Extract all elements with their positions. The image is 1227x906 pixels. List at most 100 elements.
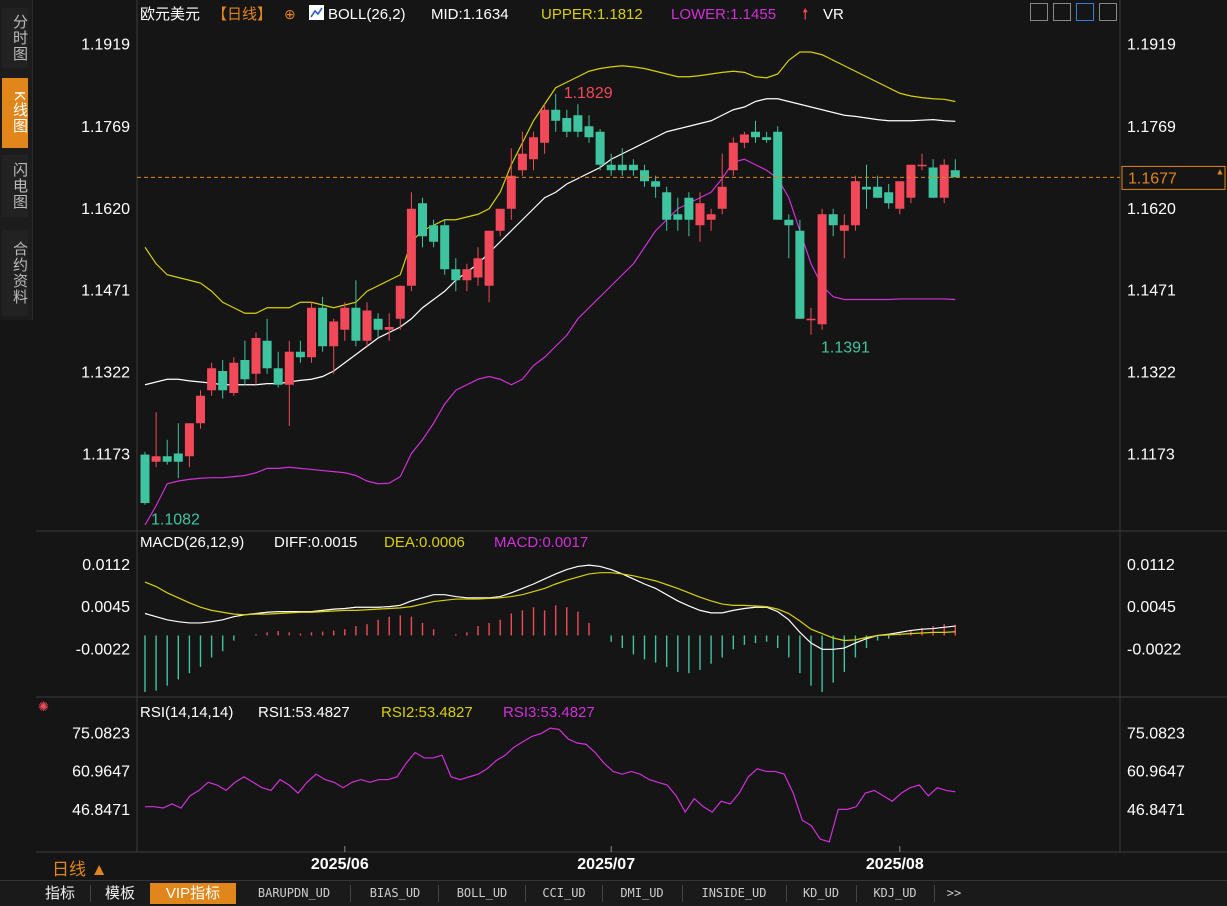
candle-body[interactable] — [684, 197, 694, 220]
candle-body[interactable] — [606, 164, 616, 171]
candle-body[interactable] — [706, 214, 716, 220]
candle-body[interactable] — [184, 423, 194, 457]
candle-body[interactable] — [906, 164, 916, 198]
candle-body[interactable] — [928, 167, 938, 198]
tab-separator — [90, 885, 91, 902]
tab-kd-ud[interactable]: KD_UD — [790, 883, 852, 904]
tab-indicator[interactable]: 指标 — [40, 883, 80, 904]
candle-body[interactable] — [873, 186, 883, 198]
tab-more[interactable]: >> — [938, 883, 970, 904]
candle-body[interactable] — [395, 285, 405, 319]
candle-body[interactable] — [651, 181, 661, 187]
candle-body[interactable] — [406, 208, 416, 286]
candle-body[interactable] — [295, 351, 305, 358]
candle-body[interactable] — [717, 186, 727, 209]
candle-body[interactable] — [640, 170, 649, 182]
tab-separator — [934, 885, 935, 902]
candle-body[interactable] — [595, 131, 605, 165]
candle-body[interactable] — [440, 225, 450, 270]
candle-body[interactable] — [795, 230, 805, 319]
candle-body[interactable] — [695, 203, 705, 226]
candle-body[interactable] — [850, 181, 860, 226]
candle-body[interactable] — [418, 203, 427, 237]
candle-body[interactable] — [506, 175, 516, 209]
sun-icon[interactable]: ✺ — [38, 699, 49, 714]
tab-dmi-ud[interactable]: DMI_UD — [606, 883, 678, 904]
candle-body[interactable] — [662, 192, 672, 220]
candle-body[interactable] — [862, 186, 871, 190]
price-tick-label-right: 1.1919 — [1127, 36, 1176, 53]
candle-body[interactable] — [318, 307, 328, 347]
chart-canvas[interactable]: 欧元美元 【日线】 ⊕ BOLL(26,2) MID:1.1634 UPPER:… — [0, 0, 1227, 880]
candle-body[interactable] — [284, 351, 294, 385]
candle-body[interactable] — [562, 118, 572, 132]
candle-body[interactable] — [240, 360, 250, 380]
candle-body[interactable] — [340, 307, 350, 330]
candle-body[interactable] — [817, 214, 827, 325]
candle-body[interactable] — [839, 225, 849, 231]
candle-body[interactable] — [739, 134, 749, 143]
period-selector[interactable]: 日线 ▲ — [52, 855, 108, 880]
candle-body[interactable] — [673, 214, 683, 220]
candle-body[interactable] — [262, 340, 272, 369]
forward-icon[interactable] — [1099, 3, 1117, 21]
candle-body[interactable] — [517, 153, 527, 171]
candle-body[interactable] — [628, 164, 638, 171]
candle-body[interactable] — [584, 126, 594, 138]
candle-body[interactable] — [373, 318, 383, 330]
candle-body[interactable] — [151, 456, 161, 462]
tab-separator — [350, 885, 351, 902]
candle-body[interactable] — [473, 258, 483, 278]
candle-body[interactable] — [251, 338, 261, 374]
candle-body[interactable] — [551, 109, 561, 121]
candle-body[interactable] — [484, 230, 494, 286]
macd-tick-label-left: 0.0112 — [82, 557, 130, 574]
candle-body[interactable] — [207, 368, 217, 391]
candle-body[interactable] — [917, 164, 927, 167]
candle-body[interactable] — [617, 164, 627, 171]
candle-body[interactable] — [950, 170, 960, 178]
candle-body[interactable] — [384, 327, 394, 330]
candle-body[interactable] — [773, 131, 783, 220]
tab-vip-indicator[interactable]: VIP指标 — [150, 883, 236, 904]
candle-body[interactable] — [462, 269, 472, 281]
candle-body[interactable] — [895, 181, 905, 209]
candle-body[interactable] — [273, 368, 283, 385]
tab-inside-ud[interactable]: INSIDE_UD — [686, 883, 782, 904]
candle-body[interactable] — [351, 307, 361, 341]
candle-body[interactable] — [229, 362, 239, 393]
candle-body[interactable] — [884, 192, 894, 204]
candle-body[interactable] — [939, 164, 949, 198]
candle-body[interactable] — [784, 219, 794, 226]
candle-body[interactable] — [218, 371, 228, 391]
candle-body[interactable] — [451, 269, 461, 281]
bars-icon[interactable] — [1053, 3, 1071, 21]
candle-body[interactable] — [140, 454, 150, 503]
candle-body[interactable] — [540, 109, 550, 143]
tab-boll-ud[interactable]: BOLL_UD — [442, 883, 522, 904]
candle-body[interactable] — [728, 142, 738, 171]
candle-body[interactable] — [196, 395, 205, 424]
candle-body[interactable] — [751, 131, 760, 138]
candle-body[interactable] — [307, 307, 316, 358]
tab-kdj-ud[interactable]: KDJ_UD — [860, 883, 930, 904]
low-price-label: 1.1391 — [821, 340, 870, 357]
candle-body[interactable] — [828, 214, 838, 226]
candle-body[interactable] — [762, 137, 772, 140]
candle-body[interactable] — [162, 456, 172, 462]
candle-body[interactable] — [362, 310, 372, 341]
candle-body[interactable] — [573, 115, 583, 132]
candle-body[interactable] — [529, 137, 538, 160]
add-icon[interactable]: ⊕ — [284, 6, 296, 22]
candle-body[interactable] — [173, 453, 183, 462]
candle-body[interactable] — [429, 225, 439, 242]
crosshair-icon[interactable] — [1030, 3, 1048, 21]
candle-body[interactable] — [806, 318, 816, 321]
candle-body[interactable] — [329, 321, 339, 347]
play-icon[interactable] — [1076, 3, 1094, 21]
tab-barupdn-ud[interactable]: BARUPDN_UD — [242, 883, 346, 904]
tab-cci-ud[interactable]: CCI_UD — [529, 883, 599, 904]
tab-template[interactable]: 模板 — [98, 883, 142, 904]
candle-body[interactable] — [495, 208, 505, 231]
tab-bias-ud[interactable]: BIAS_UD — [355, 883, 435, 904]
